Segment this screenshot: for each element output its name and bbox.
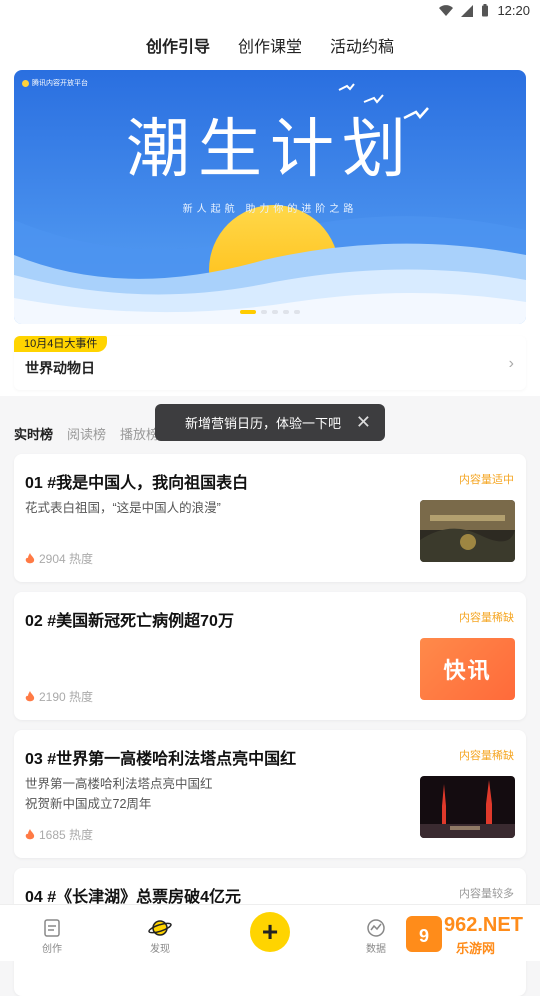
tab-reading[interactable]: 阅读榜 [67, 424, 106, 443]
banner-illustration [14, 70, 526, 324]
nav-discover[interactable]: 发现 [148, 919, 172, 955]
topic-card[interactable]: 01 #我是中国人，我向祖国表白 内容量适中 花式表白祖国，“这是中国人的浪漫”… [14, 454, 526, 582]
tab-creation-guide[interactable]: 创作引导 [146, 33, 210, 57]
wifi-icon [439, 4, 454, 16]
watermark-sub: 乐游网 [456, 941, 496, 956]
heat-info: 1685 热度 [25, 826, 93, 843]
heat-info: 2190 热度 [25, 688, 93, 705]
top-tab-bar: 创作引导 创作课堂 活动约稿 [0, 24, 540, 66]
event-card[interactable]: 10月4日大事件 世界动物日 › [14, 336, 526, 390]
content-status: 内容量较多 [459, 888, 514, 900]
tooltip-popup: 新增营销日历，体验一下吧 ✕ [155, 404, 385, 441]
flame-icon [25, 690, 35, 701]
topic-description: 花式表白祖国，“这是中国人的浪漫” [25, 501, 221, 515]
nav-create[interactable]: 创作 [42, 919, 62, 955]
content-status: 内容量稀缺 [459, 750, 514, 762]
content-status: 内容量适中 [459, 474, 514, 486]
content-status: 内容量稀缺 [459, 612, 514, 624]
status-time: 12:20 [497, 3, 530, 18]
carousel-dot [261, 310, 267, 314]
chevron-right-icon: › [508, 355, 514, 372]
plus-icon: + [261, 916, 279, 947]
close-icon[interactable]: ✕ [356, 412, 371, 433]
site-watermark: 9 962.NET 乐游网 [404, 910, 534, 956]
battery-icon [482, 4, 489, 17]
carousel-dot [272, 310, 278, 314]
carousel-indicator [0, 310, 540, 314]
news-flash-label: 快讯 [443, 658, 492, 683]
add-button[interactable]: + [250, 912, 290, 952]
carousel-dot-active [240, 310, 256, 314]
carousel-dot [283, 310, 289, 314]
watermark-brand: 962.NET [444, 914, 523, 936]
tab-activity[interactable]: 活动约稿 [330, 33, 394, 57]
topic-card[interactable]: 03 #世界第一高楼哈利法塔点亮中国红 内容量稀缺 世界第一高楼哈利法塔点亮中国… [14, 730, 526, 858]
carousel-dot [294, 310, 300, 314]
flame-icon [25, 828, 35, 839]
planet-icon [148, 920, 172, 936]
document-icon [44, 919, 60, 937]
tooltip-text: 新增营销日历，体验一下吧 [185, 416, 342, 431]
ranking-tabs: 实时榜 阅读榜 播放榜 [14, 424, 159, 443]
banner-logo: 腾讯内容开放平台 [22, 78, 88, 88]
flame-icon [25, 552, 35, 563]
tab-realtime[interactable]: 实时榜 [14, 424, 53, 443]
topic-description: 世界第一高楼哈利法塔点亮中国红 祝贺新中国成立72周年 [25, 777, 213, 811]
event-date-tag: 10月4日大事件 [14, 336, 108, 352]
status-bar: 12:20 [0, 0, 540, 24]
logo-icon [22, 79, 29, 87]
watermark-brand-mark: 9 [419, 926, 429, 946]
nav-data[interactable]: 数据 [366, 919, 386, 955]
signal-icon [461, 4, 474, 17]
heat-info: 2904 热度 [25, 550, 93, 567]
banner-subtitle: 新人起航 助力你的进阶之路 [182, 204, 358, 215]
banner-title: 潮生计划 [126, 113, 414, 187]
topic-title: 02 #美国新冠死亡病例超70万 [25, 613, 234, 630]
chart-icon [367, 919, 385, 937]
banner-carousel[interactable]: 腾讯内容开放平台 潮生计划 新人起航 助力你的进阶之路 [14, 70, 526, 324]
tab-playback[interactable]: 播放榜 [120, 424, 159, 443]
topic-thumbnail [420, 776, 515, 838]
topic-title: 03 #世界第一高楼哈利法塔点亮中国红 [25, 751, 297, 768]
tab-creation-class[interactable]: 创作课堂 [238, 33, 302, 57]
topic-title: 01 #我是中国人，我向祖国表白 [25, 475, 249, 492]
topic-thumbnail [420, 500, 515, 562]
topic-card[interactable]: 02 #美国新冠死亡病例超70万 内容量稀缺 2190 热度 快讯 [14, 592, 526, 720]
event-title: 世界动物日 [25, 360, 95, 376]
topic-thumbnail: 快讯 [420, 638, 515, 700]
